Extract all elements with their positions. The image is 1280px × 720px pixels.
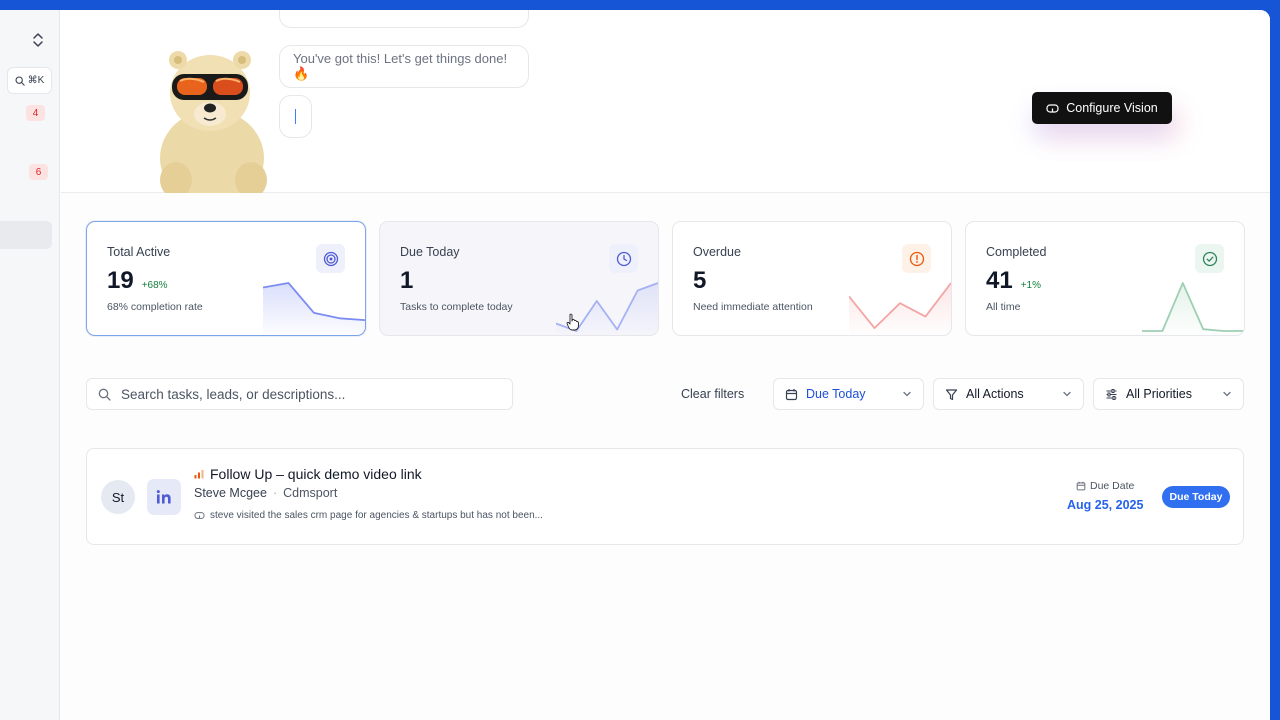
stat-value: 1 (400, 267, 414, 294)
typing-caret (294, 109, 297, 124)
due-filter-value: Due Today (806, 387, 866, 401)
stat-value: 5 (693, 267, 707, 294)
check-circle-icon (1195, 244, 1224, 273)
sidebar-search-button[interactable]: ⌘K (7, 67, 52, 94)
priority-filter-select[interactable]: All Priorities (1093, 378, 1244, 410)
stat-subtitle: All time (986, 301, 1021, 313)
target-icon (316, 244, 345, 273)
action-filter-select[interactable]: All Actions (933, 378, 1084, 410)
stat-value-row: 41 +1% (986, 267, 1041, 295)
chevron-up-down-icon[interactable] (31, 32, 45, 48)
task-title[interactable]: Follow Up – quick demo video link (210, 466, 422, 482)
stat-value-row: 5 (693, 267, 714, 295)
sparkline-area (1142, 283, 1244, 335)
alert-circle-icon (902, 244, 931, 273)
chevron-down-icon (1223, 391, 1231, 397)
hand-pointer-cursor (566, 313, 579, 331)
chevron-down-icon (903, 391, 911, 397)
linkedin-icon (147, 479, 181, 515)
priority-filter-value: All Priorities (1126, 387, 1192, 401)
chat-bubble-typing (279, 95, 312, 138)
due-label: Due Date (1090, 480, 1135, 492)
stat-subtitle: Tasks to complete today (400, 301, 513, 313)
sparkline-chart (849, 282, 951, 335)
meta-separator: · (272, 486, 278, 500)
stat-subtitle: Need immediate attention (693, 301, 813, 313)
due-label-row: Due Date (1076, 480, 1134, 492)
stat-title: Completed (986, 245, 1047, 259)
search-icon (98, 388, 111, 401)
stat-title: Overdue (693, 245, 741, 259)
stat-card-total-active[interactable]: Total Active 19 +68% 68% completion rate (86, 221, 366, 336)
search-input[interactable] (121, 386, 501, 402)
task-row[interactable]: St Follow Up – quick demo video link Ste… (86, 448, 1244, 545)
sparkline-area (849, 283, 951, 335)
assistant-hero: You've got this! Let's get things done! … (61, 10, 1270, 193)
sparkline-chart (1142, 282, 1244, 335)
vision-goggles-icon (1046, 103, 1059, 113)
task-company[interactable]: Cdmsport (283, 486, 337, 500)
stat-value-row: 19 +68% (107, 267, 168, 295)
stat-card-overdue[interactable]: Overdue 5 Need immediate attention (672, 221, 952, 336)
sidebar: ⌘K 4 6 (0, 10, 60, 720)
sliders-icon (1106, 388, 1117, 400)
filter-funnel-icon (945, 388, 958, 400)
chevron-down-icon (1063, 391, 1071, 397)
stat-title: Due Today (400, 245, 460, 259)
stat-card-due-today[interactable]: Due Today 1 Tasks to complete today (379, 221, 659, 336)
chat-bubble-message: You've got this! Let's get things done! … (279, 45, 529, 88)
task-description: steve visited the sales crm page for age… (210, 510, 543, 521)
stat-value-row: 1 (400, 267, 421, 295)
stat-value: 41 (986, 267, 1013, 294)
status-badge: Due Today (1162, 486, 1230, 508)
stat-delta: +1% (1020, 280, 1041, 291)
priority-bars-icon (194, 470, 204, 479)
sparkline-area (263, 283, 365, 335)
task-title-row: Follow Up – quick demo video link (194, 466, 422, 482)
main-content: You've got this! Let's get things done! … (61, 10, 1270, 720)
search-shortcut: ⌘K (27, 75, 45, 86)
clock-icon (609, 244, 638, 273)
sidebar-item-active[interactable] (0, 221, 52, 249)
task-description-row: steve visited the sales crm page for age… (194, 510, 543, 521)
sparkline-chart (263, 282, 365, 335)
calendar-icon (1076, 481, 1086, 491)
vision-goggles-icon (194, 512, 205, 519)
avatar: St (101, 480, 135, 514)
configure-vision-button[interactable]: Configure Vision (1032, 92, 1172, 124)
task-person[interactable]: Steve Mcgee (194, 486, 267, 500)
due-filter-select[interactable]: Due Today (773, 378, 924, 410)
clear-filters-button[interactable]: Clear filters (681, 387, 744, 401)
stat-title: Total Active (107, 245, 171, 259)
task-meta: Steve Mcgee · Cdmsport (194, 486, 337, 500)
action-filter-value: All Actions (966, 387, 1024, 401)
configure-vision-label: Configure Vision (1066, 101, 1158, 115)
calendar-icon (785, 388, 798, 400)
stat-card-completed[interactable]: Completed 41 +1% All time (965, 221, 1245, 336)
stat-subtitle: 68% completion rate (107, 301, 203, 313)
app-window: ⌘K 4 6 You've got this! Let's get things… (0, 10, 1270, 720)
chat-bubble-previous (279, 10, 529, 28)
due-date: Aug 25, 2025 (1067, 498, 1144, 512)
task-search[interactable] (86, 378, 513, 410)
stat-delta: +68% (141, 280, 168, 291)
stat-value: 19 (107, 267, 134, 294)
search-icon (15, 75, 25, 86)
polar-bear-mascot (160, 51, 267, 193)
sidebar-count-badge: 4 (26, 105, 45, 121)
sidebar-count-badge: 6 (29, 164, 48, 180)
